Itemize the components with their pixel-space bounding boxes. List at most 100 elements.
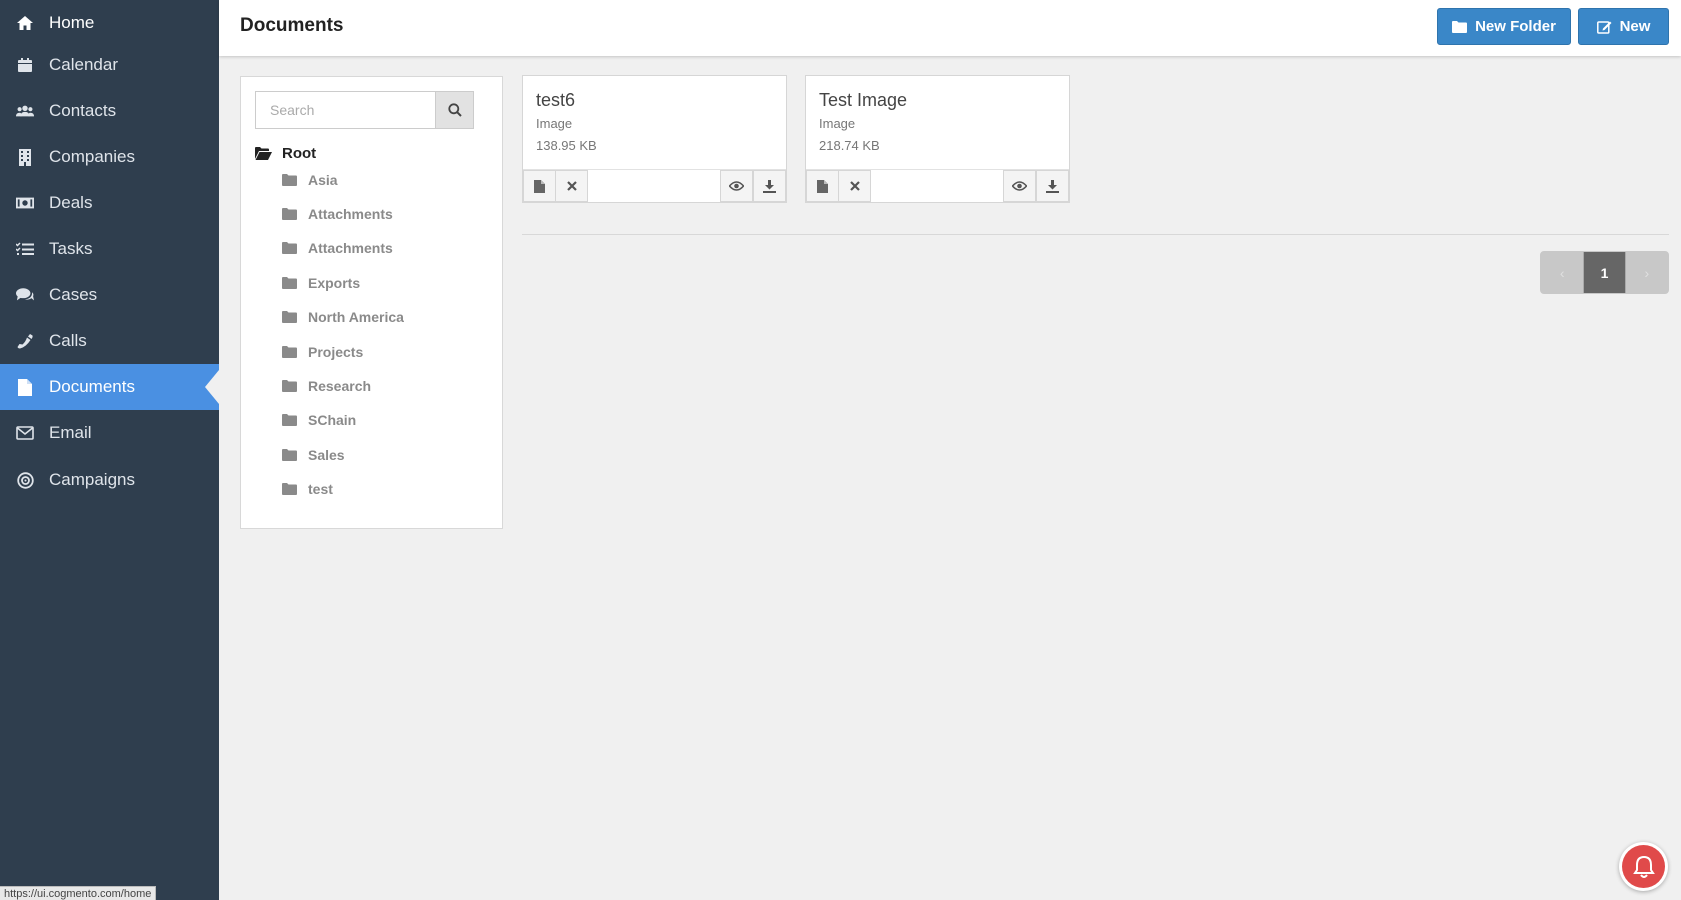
file-icon [817,179,828,193]
document-type: Image [536,116,573,131]
sidebar-item-label: Email [49,423,92,442]
tree-folder[interactable]: Exports [282,272,360,294]
card-toolbar [523,169,786,202]
money-icon [16,194,34,212]
folder-label: Exports [308,275,361,291]
document-name[interactable]: test6 [536,90,575,111]
sidebar-item-label: Documents [49,377,135,396]
tree-folder[interactable]: test [282,478,333,500]
sidebar-item-tasks[interactable]: Tasks [0,226,219,272]
next-page-button[interactable]: › [1625,252,1668,293]
page-header: Documents New Folder New [219,0,1681,56]
sidebar-item-contacts[interactable]: Contacts [0,88,219,134]
sidebar-item-home[interactable]: Home [0,0,219,46]
delete-button[interactable] [838,170,871,202]
sidebar-item-label: Deals [49,193,93,212]
document-name[interactable]: Test Image [819,90,907,111]
folder-icon [282,277,297,289]
tree-folder[interactable]: Research [282,375,371,397]
sidebar-item-calendar[interactable]: Calendar [0,42,219,88]
download-icon [1046,179,1059,193]
folder-icon [282,483,297,495]
sidebar-item-email[interactable]: Email [0,410,219,456]
folder-icon [282,346,297,358]
sidebar-item-label: Home [49,13,95,32]
tree-folder[interactable]: Sales [282,444,345,466]
preview-button[interactable] [1003,170,1036,202]
status-bar-url: https://ui.cogmento.com/home [0,886,157,900]
folder-label: Research [308,378,372,394]
document-card[interactable]: test6 Image 138.95 KB [522,75,787,203]
sidebar-item-campaigns[interactable]: Campaigns [0,457,219,503]
sidebar-item-label: Companies [49,147,135,166]
edit-icon [1596,20,1612,34]
new-folder-label: New Folder [1475,18,1556,35]
tree-root[interactable]: Root [255,143,316,163]
new-button[interactable]: New [1578,8,1669,45]
bell-icon [1632,855,1655,878]
sidebar-item-calls[interactable]: Calls [0,318,219,364]
previous-page-button[interactable]: ‹ [1541,252,1584,293]
new-label: New [1619,18,1651,35]
notification-button[interactable] [1619,842,1668,891]
current-page-button[interactable]: 1 [1583,252,1626,293]
sidebar-item-label: Calls [49,331,87,350]
sidebar-item-companies[interactable]: Companies [0,134,219,180]
envelope-icon [16,424,34,442]
tasks-icon [16,240,34,258]
sidebar-item-documents[interactable]: Documents [0,364,219,410]
sidebar: Home Calendar Contacts Companies Deals T… [0,0,219,900]
file-icon [16,378,34,396]
close-icon [849,181,860,191]
tree-folder[interactable]: Attachments [282,237,393,259]
details-button[interactable] [523,170,556,202]
folder-icon [282,174,297,186]
sidebar-item-deals[interactable]: Deals [0,180,219,226]
search-input[interactable] [255,91,435,129]
phone-icon [16,332,34,350]
download-button[interactable] [753,170,786,202]
search-button[interactable] [435,91,474,129]
folder-label: Projects [308,344,364,360]
folder-icon [282,242,297,254]
folder-icon [282,414,297,426]
details-button[interactable] [806,170,839,202]
sidebar-item-label: Contacts [49,101,117,120]
comments-icon [16,286,34,304]
tree-folder[interactable]: SChain [282,409,356,431]
building-icon [16,148,34,166]
search-icon [447,103,462,117]
document-type: Image [819,116,856,131]
folder-label: test [308,481,333,497]
folder-open-icon [255,146,272,160]
page-title: Documents [240,15,344,36]
document-card[interactable]: Test Image Image 218.74 KB [805,75,1070,203]
folder-label: Sales [308,447,345,463]
folder-tree-panel: Root Asia Attachments Attachments Export… [240,76,503,529]
tree-folder[interactable]: Attachments [282,203,393,225]
delete-button[interactable] [555,170,588,202]
folder-label: SChain [308,412,357,428]
folder-icon [282,208,297,220]
folder-icon [282,449,297,461]
sidebar-item-label: Campaigns [49,470,135,489]
folder-label: Attachments [308,206,393,222]
folder-label: Asia [308,172,338,188]
users-icon [16,102,34,120]
preview-button[interactable] [720,170,753,202]
tree-folder[interactable]: Asia [282,169,338,191]
download-button[interactable] [1036,170,1069,202]
new-folder-button[interactable]: New Folder [1437,8,1571,45]
card-toolbar [806,169,1069,202]
eye-icon [1012,181,1027,191]
tree-folder[interactable]: Projects [282,341,363,363]
document-size: 138.95 KB [536,138,597,153]
sidebar-item-label: Tasks [49,239,93,258]
pagination: ‹ 1 › [1540,251,1669,294]
root-label: Root [282,144,317,162]
sidebar-item-cases[interactable]: Cases [0,272,219,318]
download-icon [763,179,776,193]
folder-icon [282,311,297,323]
tree-folder[interactable]: North America [282,306,404,328]
folder-label: Attachments [308,240,393,256]
